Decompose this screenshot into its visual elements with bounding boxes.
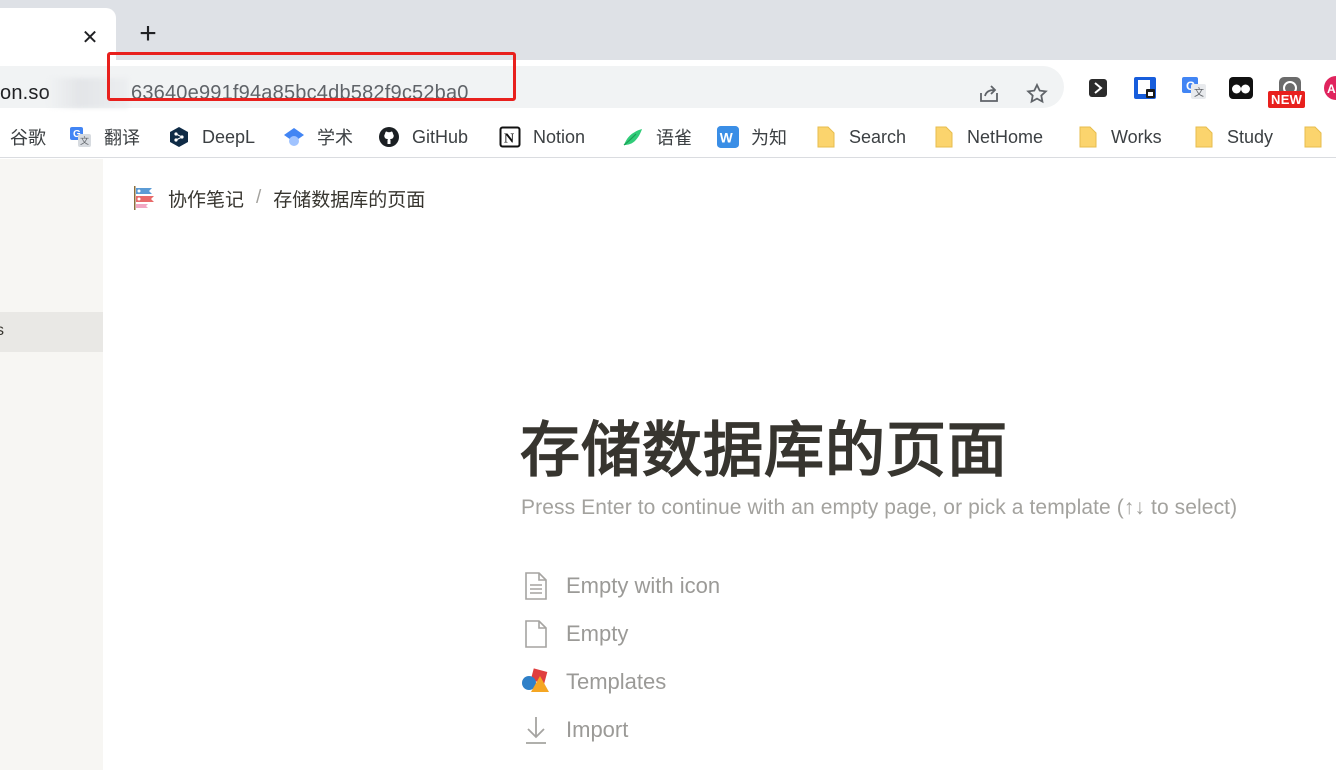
extension-translate-button[interactable]: G 文 xyxy=(1180,74,1208,102)
bookmark-folder[interactable]: NetHome xyxy=(933,124,1043,150)
option-label: Empty xyxy=(566,621,629,646)
extension-adblock-button[interactable]: AB xyxy=(1322,74,1336,102)
extension-eyes-button[interactable] xyxy=(1227,74,1255,102)
option-templates[interactable]: Templates xyxy=(520,665,666,699)
notion-sidebar: s xyxy=(0,159,103,770)
folder-icon xyxy=(1193,126,1215,148)
option-empty-with-icon[interactable]: Empty with icon xyxy=(520,569,720,603)
breadcrumb-parent[interactable]: 协作笔记 xyxy=(168,185,244,212)
shapes-icon xyxy=(520,666,552,698)
share-icon xyxy=(980,85,998,102)
github-icon xyxy=(378,126,400,148)
breadcrumb-current[interactable]: 存储数据库的页面 xyxy=(273,185,425,212)
bookmark-label: 学术 xyxy=(317,128,353,148)
koinobori-icon xyxy=(134,186,154,210)
extension-bitwarden-button[interactable] xyxy=(1131,74,1159,102)
bookmark-item[interactable]: W 为知 xyxy=(717,124,787,150)
active-tab[interactable]: ✕ xyxy=(0,8,116,60)
url-redaction xyxy=(48,78,128,108)
bookmark-item[interactable]: 学术 xyxy=(283,124,353,150)
bookmark-label: Notion xyxy=(533,126,586,147)
extension-adblock-icon: AB xyxy=(1324,76,1336,100)
bookmark-label: Search xyxy=(849,126,907,147)
document-lines-icon xyxy=(520,570,552,602)
extension-eyes-icon xyxy=(1229,77,1253,99)
sidebar-item-label: s xyxy=(0,322,4,339)
share-button[interactable] xyxy=(976,81,1002,107)
bookmarks-bar: 谷歌 G 文 翻译 DeepL 学术 GitHub N Notion 语雀 W … xyxy=(0,116,1336,158)
bookmark-folder[interactable]: Study xyxy=(1193,124,1273,150)
plus-icon: + xyxy=(139,17,157,50)
notion-icon: N xyxy=(499,126,521,148)
translate-icon: G 文 xyxy=(70,126,92,148)
bookmark-label: GitHub xyxy=(412,126,469,147)
bookmark-label: 为知 xyxy=(751,128,787,148)
bookmark-item[interactable]: 谷歌 xyxy=(10,124,46,150)
extension-translate-icon: G 文 xyxy=(1182,77,1206,99)
bookmark-star-button[interactable] xyxy=(1024,81,1050,107)
option-empty[interactable]: Empty xyxy=(520,617,628,651)
bookmark-label: DeepL xyxy=(202,126,256,147)
extension-bitwarden-icon xyxy=(1134,77,1156,99)
browser-toolbar: on.so 63640e991f94a85bc4db582f9c52ba0 G … xyxy=(0,60,1336,116)
document-icon xyxy=(520,618,552,650)
page-title[interactable]: 存储数据库的页面 xyxy=(520,402,1008,489)
breadcrumb-separator: / xyxy=(256,187,262,208)
address-bar[interactable]: on.so 63640e991f94a85bc4db582f9c52ba0 xyxy=(0,66,1064,108)
svg-text:文: 文 xyxy=(1194,86,1204,99)
star-icon xyxy=(1026,82,1048,104)
svg-text:N: N xyxy=(504,132,514,147)
download-arrow-icon xyxy=(520,714,552,746)
svg-text:文: 文 xyxy=(80,135,89,147)
bookmark-folder[interactable]: Search xyxy=(815,124,906,150)
bookmark-label: Works xyxy=(1111,126,1162,147)
yuque-icon xyxy=(622,126,644,148)
svg-text:AB: AB xyxy=(1327,82,1336,96)
svg-text:W: W xyxy=(720,131,733,146)
bookmark-label: 翻译 xyxy=(104,128,140,148)
bookmark-item[interactable]: 语雀 xyxy=(622,124,692,150)
breadcrumb: 协作笔记 / 存储数据库的页面 xyxy=(132,184,425,212)
folder-icon xyxy=(1077,126,1099,148)
tab-strip: ✕ + xyxy=(0,0,1336,60)
option-label: Import xyxy=(566,717,629,742)
deepl-icon xyxy=(168,126,190,148)
option-label: Templates xyxy=(566,669,667,694)
folder-icon xyxy=(933,126,955,148)
extension-dark-icon xyxy=(1089,79,1107,97)
bookmark-item[interactable]: GitHub xyxy=(378,124,468,150)
folder-icon xyxy=(1302,126,1324,148)
bookmark-label: 谷歌 xyxy=(10,128,46,148)
extension-dark-button[interactable] xyxy=(1084,74,1112,102)
bookmark-item[interactable]: DeepL xyxy=(168,124,255,150)
new-badge: NEW xyxy=(1268,91,1306,108)
option-label: Empty with icon xyxy=(566,573,721,598)
close-icon: ✕ xyxy=(81,26,99,49)
sidebar-item-active[interactable]: s xyxy=(0,312,103,352)
url-host: on.so xyxy=(0,82,50,104)
bookmark-label: 语雀 xyxy=(656,128,692,148)
bookmark-folder[interactable] xyxy=(1302,124,1336,150)
new-tab-button[interactable]: + xyxy=(134,17,162,50)
wiz-icon: W xyxy=(717,126,739,148)
bookmark-label: Study xyxy=(1227,126,1274,147)
scholar-icon xyxy=(283,126,305,148)
bookmark-folder[interactable]: Works xyxy=(1077,124,1162,150)
url-path: 63640e991f94a85bc4db582f9c52ba0 xyxy=(131,82,469,104)
empty-page-hint: Press Enter to continue with an empty pa… xyxy=(521,496,1238,519)
tab-close-button[interactable]: ✕ xyxy=(78,25,102,49)
bookmark-item[interactable]: N Notion xyxy=(499,124,585,150)
bookmark-label: NetHome xyxy=(967,126,1044,147)
folder-icon xyxy=(815,126,837,148)
bookmark-item[interactable]: G 文 翻译 xyxy=(70,124,140,150)
option-import[interactable]: Import xyxy=(520,713,628,747)
